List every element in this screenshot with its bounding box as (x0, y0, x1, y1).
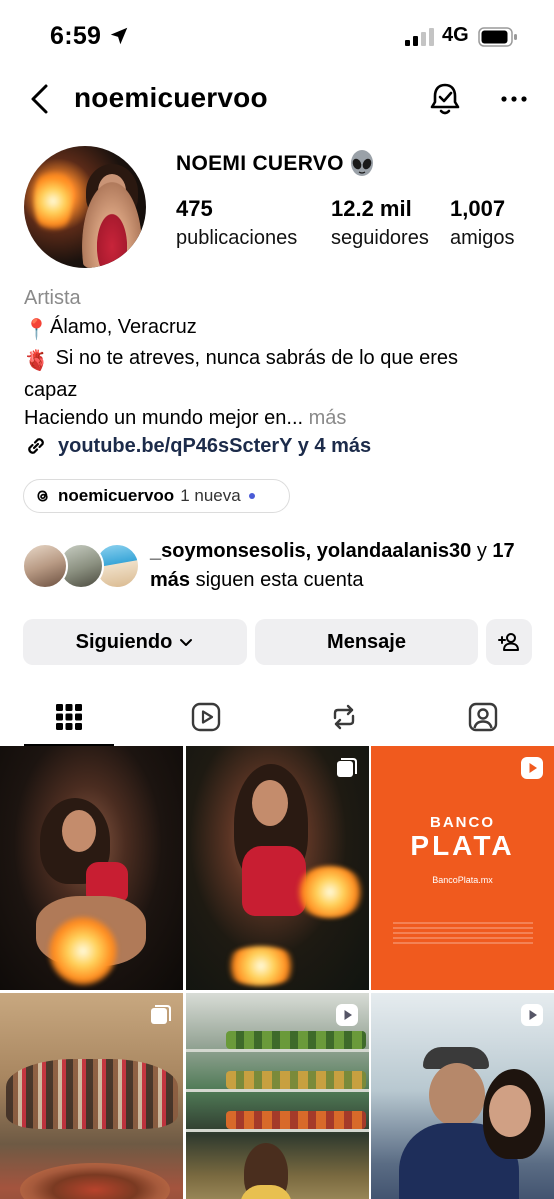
photo-fire (222, 946, 300, 986)
pin-icon: 📍 (24, 318, 49, 341)
ad-url: BancoPlata.mx (432, 875, 493, 885)
display-name: NOEMI CUERVO (176, 152, 344, 175)
stat-followers[interactable]: 12.2 mil seguidores (331, 196, 429, 250)
post-thumbnail[interactable] (186, 993, 369, 1199)
reel-icon (521, 757, 543, 779)
external-link[interactable]: youtube.be/qP46sScterY y 4 más (24, 432, 371, 460)
quote-text-2: capaz (24, 378, 78, 401)
stat-friends-label: amigos (450, 227, 515, 249)
profile-avatar[interactable] (24, 146, 146, 268)
following-label: Siguiendo (75, 630, 173, 653)
post-thumbnail[interactable] (0, 993, 183, 1199)
reel-icon (336, 1004, 358, 1026)
back-icon[interactable] (26, 82, 54, 116)
photo-group (6, 1059, 178, 1129)
stat-friends[interactable]: 1,007 amigos (450, 196, 514, 250)
stat-posts-value: 475 (176, 196, 213, 221)
stat-followers-value: 12.2 mil (331, 196, 412, 221)
quote-text-1: Si no te atreves, nunca sabrás de lo que… (55, 347, 459, 369)
mutual-avatars[interactable] (22, 543, 142, 589)
threads-badge[interactable]: noemicuervoo 1 nueva (23, 479, 290, 513)
post-thumbnail[interactable]: BANCO PLATA BancoPlata.mx (371, 746, 554, 990)
tab-posts[interactable] (24, 690, 114, 746)
threads-username: noemicuervoo (58, 486, 175, 505)
location-line: 📍Álamo, Veracruz (24, 313, 534, 345)
tab-reels[interactable] (161, 690, 251, 744)
status-time: 6:59 (50, 22, 102, 50)
link-text: youtube.be/qP46sScterY y 4 más (58, 434, 372, 457)
link-icon (28, 438, 44, 454)
photo-produce (226, 1071, 366, 1089)
bio-truncated-line: Haciendo un mundo mejor en... más (24, 404, 534, 433)
bio-more-link[interactable]: más (309, 407, 347, 429)
photo-face (62, 810, 96, 852)
avatar-fire (34, 166, 72, 236)
reels-icon (191, 702, 221, 732)
followed-by-names: _soymonsesolis, yolandaalanis30 (150, 540, 472, 562)
bio: Artista 📍Álamo, Veracruz 🫀 Si no te atre… (24, 284, 534, 433)
reel-icon (521, 1004, 543, 1026)
tagged-icon (468, 702, 498, 732)
post-thumbnail[interactable] (0, 746, 183, 990)
more-icon[interactable] (497, 82, 531, 116)
bell-icon[interactable] (426, 80, 464, 118)
location-arrow-icon (110, 27, 128, 45)
chevron-down-icon (180, 639, 193, 646)
photo-face (489, 1085, 531, 1137)
stat-followers-label: seguidores (331, 227, 429, 249)
photo-produce (226, 1111, 366, 1129)
anatomical-heart-icon: 🫀 (24, 350, 49, 372)
post-thumbnail[interactable] (371, 993, 554, 1199)
ad-brand-main: PLATA (410, 830, 515, 861)
mutual-avatar (22, 543, 68, 589)
bio-truncated-text: Haciendo un mundo mejor en... (24, 407, 304, 429)
carousel-icon (337, 758, 357, 777)
photo-shelf (186, 1049, 369, 1052)
carousel-icon (151, 1005, 171, 1024)
following-button[interactable]: Siguiendo (23, 619, 247, 665)
tab-reposts[interactable] (299, 690, 389, 744)
threads-new-count: 1 nueva (180, 486, 241, 505)
profile-tabs (0, 690, 554, 746)
stat-posts-label: publicaciones (176, 227, 298, 249)
avatar-figure (82, 182, 142, 268)
message-label: Mensaje (327, 630, 406, 653)
photo-shelf (186, 1089, 369, 1092)
reposts-icon (333, 704, 355, 730)
quote-line: 🫀 Si no te atreves, nunca sabrás de lo q… (24, 344, 534, 376)
photo-fire (48, 916, 118, 986)
followed-by-suffix: siguen esta cuenta (195, 568, 364, 591)
threads-unread-dot (248, 493, 255, 499)
signal-icon (405, 28, 434, 46)
status-bar: 6:59 4G (0, 0, 554, 72)
photo-produce (226, 1031, 366, 1049)
ad-fine-print (393, 922, 533, 944)
tab-tagged[interactable] (438, 690, 528, 744)
location-text: Álamo, Veracruz (50, 315, 197, 338)
stat-posts[interactable]: 475 publicaciones (176, 196, 297, 250)
suggested-users-button[interactable] (486, 619, 532, 665)
posts-grid: BANCO PLATA BancoPlata.mx (0, 746, 554, 1199)
add-user-icon (498, 633, 519, 651)
header-username: noemicuervoo (74, 82, 268, 113)
grid-icon (56, 704, 82, 730)
stat-friends-value: 1,007 (450, 196, 506, 221)
alien-icon (351, 150, 373, 176)
message-button[interactable]: Mensaje (255, 619, 478, 665)
photo-fire (294, 866, 366, 918)
photo-face (429, 1063, 485, 1127)
battery-icon (478, 27, 517, 47)
post-thumbnail[interactable] (186, 746, 369, 990)
ad-brand-top: BANCO (430, 814, 495, 831)
profile-header: noemicuervoo (0, 74, 554, 124)
photo-shelf (186, 1129, 369, 1132)
photo-face (252, 780, 288, 826)
category-label: Artista (24, 287, 81, 309)
followed-by-connector: y (476, 540, 487, 562)
threads-icon (37, 490, 48, 502)
network-label: 4G (442, 24, 469, 46)
followed-by-text[interactable]: _soymonsesolis, yolandaalanis30 y 17 más… (150, 537, 540, 594)
photo-flower-circle (20, 1163, 170, 1199)
